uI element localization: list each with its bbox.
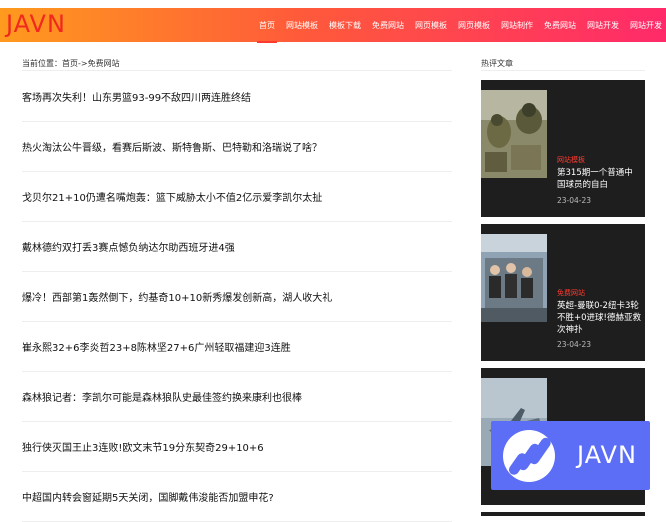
breadcrumb: 当前位置：首页->免费网站 xyxy=(22,59,120,68)
main-nav: 首页 网站模板 模板下载 免费网站 网页模板 网页模板 网站制作 免费网站 网站… xyxy=(248,8,662,43)
card-date: 23-04-23 xyxy=(557,196,592,205)
watermark-badge: JAVN xyxy=(491,421,650,490)
sidebar-card[interactable]: 网站模板 第315期一个普通中国球员的自白 23-04-23 xyxy=(481,80,645,217)
list-item: 独行侠灭国王止3连败!欧文末节19分东契奇29+10+6 xyxy=(22,422,452,472)
list-item: 森林狼记者：李凯尔可能是森林狼队史最佳签约换来康利也很棒 xyxy=(22,372,452,422)
nav-item[interactable]: 网页模板 xyxy=(458,20,490,31)
watermark-text: JAVN xyxy=(577,441,637,469)
article-list: 客场再次失利！山东男篮93-99不敌四川两连胜终结 热火淘汰公牛晋级，看赛后斯波… xyxy=(22,72,452,522)
article-link[interactable]: 戴林德约双打丢3赛点憾负纳达尔助西班牙进4强 xyxy=(22,239,235,254)
site-header: JAVN 首页 网站模板 模板下载 免费网站 网页模板 网页模板 网站制作 免费… xyxy=(0,8,666,43)
nav-item[interactable]: 网站制作 xyxy=(501,20,533,31)
article-link[interactable]: 中超国内转会窗延期5天关闭，国脚戴伟浚能否加盟申花? xyxy=(22,489,274,504)
nav-item[interactable]: 模板下载 xyxy=(329,20,361,31)
list-item: 崔永熙32+6李炎哲23+8陈林坚27+6广州轻取福建迎3连胜 xyxy=(22,322,452,372)
article-link[interactable]: 独行侠灭国王止3连败!欧文末节19分东契奇29+10+6 xyxy=(22,439,264,454)
nav-item[interactable]: 网站开发 xyxy=(587,20,619,31)
nav-item[interactable]: 网页模板 xyxy=(415,20,447,31)
article-link[interactable]: 崔永熙32+6李炎哲23+8陈林坚27+6广州轻取福建迎3连胜 xyxy=(22,339,291,354)
list-item: 客场再次失利！山东男篮93-99不敌四川两连胜终结 xyxy=(22,72,452,122)
card-category[interactable]: 网站模板 xyxy=(557,155,585,165)
list-item: 爆冷！西部第1轰然倒下，约基奇10+10新秀爆发创新高，湖人收大礼 xyxy=(22,272,452,322)
list-item: 热火淘汰公牛晋级，看赛后斯波、斯特鲁斯、巴特勒和洛瑞说了啥？ xyxy=(22,122,452,172)
nav-item[interactable]: 免费网站 xyxy=(372,20,404,31)
breadcrumb-divider xyxy=(22,70,452,71)
article-link[interactable]: 爆冷！西部第1轰然倒下，约基奇10+10新秀爆发创新高，湖人收大礼 xyxy=(22,289,332,304)
nav-item[interactable]: 网站模板 xyxy=(286,20,318,31)
watermark-logo-icon xyxy=(503,430,555,482)
article-link[interactable]: 客场再次失利！山东男篮93-99不敌四川两连胜终结 xyxy=(22,89,251,104)
nav-item[interactable]: 网站开发 xyxy=(630,20,662,31)
nav-item[interactable]: 免费网站 xyxy=(544,20,576,31)
article-link[interactable]: 戈贝尔21+10仍遭名嘴炮轰：篮下威胁太小不值2亿示爱李凯尔太扯 xyxy=(22,189,322,204)
list-item: 戴林德约双打丢3赛点憾负纳达尔助西班牙进4强 xyxy=(22,222,452,272)
site-logo[interactable]: JAVN xyxy=(6,10,66,38)
nav-item-home[interactable]: 首页 xyxy=(257,20,277,43)
sidebar-divider xyxy=(481,70,645,71)
stripes-icon xyxy=(508,437,551,475)
sidebar-card-next xyxy=(481,512,645,516)
card-title[interactable]: 第315期一个普通中国球员的自白 xyxy=(557,167,641,191)
list-item: 戈贝尔21+10仍遭名嘴炮轰：篮下威胁太小不值2亿示爱李凯尔太扯 xyxy=(22,172,452,222)
card-category[interactable]: 免费网站 xyxy=(557,288,585,298)
article-link[interactable]: 热火淘汰公牛晋级，看赛后斯波、斯特鲁斯、巴特勒和洛瑞说了啥？ xyxy=(22,139,322,154)
card-title[interactable]: 英超-曼联0-2纽卡3轮不胜+0进球!德赫亚救次神扑 xyxy=(557,300,641,336)
soldiers-photo xyxy=(481,90,547,178)
list-item: 中超国内转会窗延期5天关闭，国脚戴伟浚能否加盟申花? xyxy=(22,472,452,522)
sidebar-card[interactable]: 免费网站 英超-曼联0-2纽卡3轮不胜+0进球!德赫亚救次神扑 23-04-23 xyxy=(481,224,645,361)
team-photo xyxy=(481,234,547,322)
card-date: 23-04-23 xyxy=(557,340,592,349)
sidebar-title: 热评文章 xyxy=(481,59,513,68)
article-link[interactable]: 森林狼记者：李凯尔可能是森林狼队史最佳签约换来康利也很棒 xyxy=(22,389,302,404)
